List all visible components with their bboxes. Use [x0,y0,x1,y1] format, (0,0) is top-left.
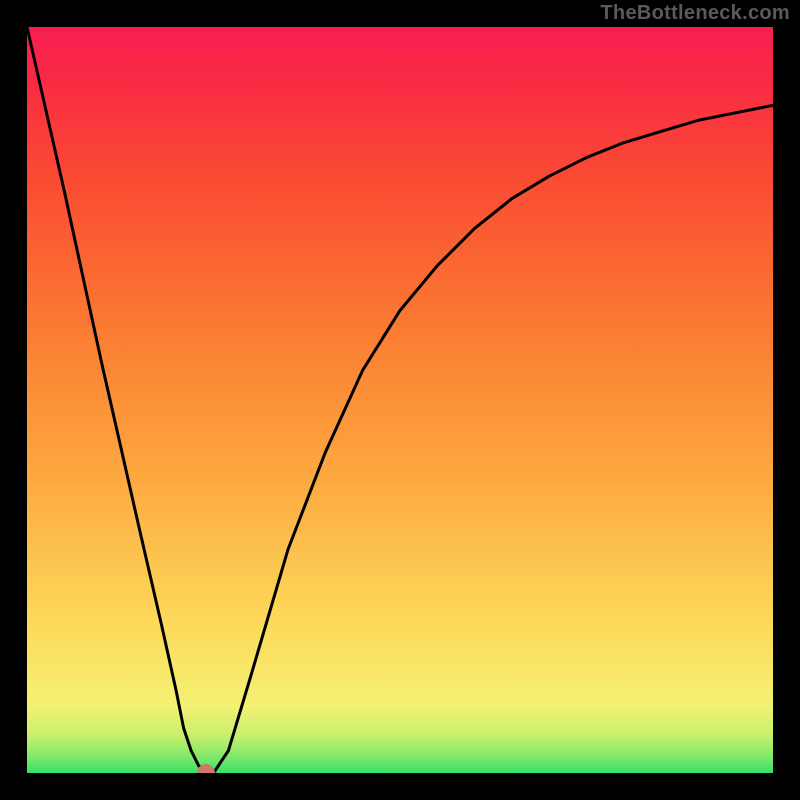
curve-line [27,27,773,773]
plot-area [27,27,773,773]
chart-frame: TheBottleneck.com [0,0,800,800]
watermark-text: TheBottleneck.com [600,2,790,25]
